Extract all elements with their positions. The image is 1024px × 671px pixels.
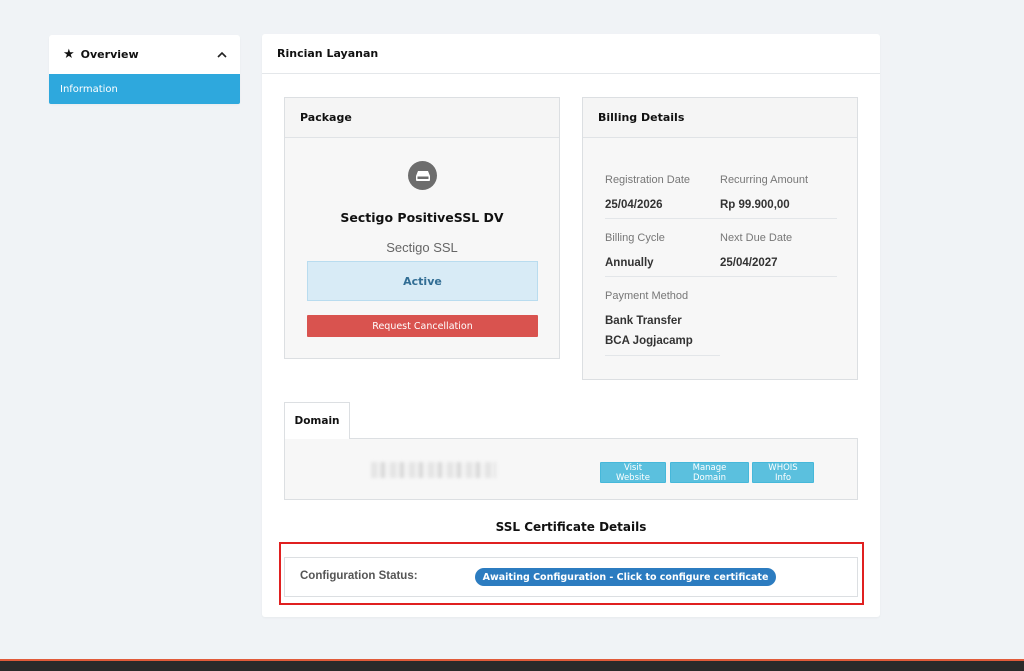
chevron-up-icon[interactable] — [216, 49, 228, 61]
billing-panel: Billing Details Registration Date 25/04/… — [582, 97, 858, 380]
registration-date-label: Registration Date — [605, 174, 690, 186]
star-icon: ★ — [63, 47, 75, 62]
recurring-amount-field: Recurring Amount Rp 99.900,00 — [720, 174, 835, 215]
page-title: Rincian Layanan — [262, 34, 880, 74]
status-badge: Active — [307, 261, 538, 301]
billing-panel-title: Billing Details — [583, 98, 857, 138]
domain-tab-content: Visit Website Manage Domain WHOIS Info — [284, 438, 858, 500]
request-cancellation-button[interactable]: Request Cancellation — [307, 315, 538, 337]
sidebar-header-overview[interactable]: ★ Overview — [49, 35, 240, 74]
server-icon — [408, 161, 437, 190]
next-due-date-field: Next Due Date 25/04/2027 — [720, 232, 835, 273]
manage-domain-button[interactable]: Manage Domain — [670, 462, 749, 483]
tab-domain[interactable]: Domain — [284, 402, 350, 439]
registration-date-field: Registration Date 25/04/2026 — [605, 174, 720, 215]
billing-cycle-field: Billing Cycle Annually — [605, 232, 720, 273]
sidebar-header-label: Overview — [80, 48, 139, 61]
sidebar-item-information[interactable]: Information — [49, 74, 240, 104]
whois-info-button[interactable]: WHOIS Info — [752, 462, 814, 483]
divider — [605, 218, 837, 219]
payment-method-field: Payment Method Bank Transfer BCA Jogjaca… — [605, 290, 705, 351]
configuration-status-label: Configuration Status: — [300, 570, 418, 582]
divider — [605, 355, 720, 356]
sidebar: ★ Overview Information — [49, 35, 240, 104]
configure-certificate-button[interactable]: Awaiting Configuration - Click to config… — [475, 568, 776, 586]
visit-website-button[interactable]: Visit Website — [600, 462, 666, 483]
service-details-card: Rincian Layanan Package Sectigo Positive… — [262, 34, 880, 617]
billing-cycle-value: Annually — [605, 257, 654, 269]
recurring-amount-value: Rp 99.900,00 — [720, 199, 790, 211]
divider — [605, 276, 837, 277]
product-name: Sectigo PositiveSSL DV — [340, 210, 504, 225]
registration-date-value: 25/04/2026 — [605, 199, 663, 211]
ssl-section-title: SSL Certificate Details — [495, 520, 647, 534]
payment-method-value: Bank Transfer BCA Jogjacamp — [605, 315, 693, 347]
recurring-amount-label: Recurring Amount — [720, 174, 809, 186]
package-panel-title: Package — [285, 98, 559, 138]
next-due-date-value: 25/04/2027 — [720, 257, 778, 269]
blurred-domain-name — [371, 462, 496, 478]
product-group: Sectigo SSL — [386, 240, 458, 255]
billing-cycle-label: Billing Cycle — [605, 232, 665, 244]
next-due-date-label: Next Due Date — [720, 232, 793, 244]
footer-bar — [0, 659, 1024, 671]
payment-method-label: Payment Method — [605, 290, 689, 302]
package-panel: Package Sectigo PositiveSSL DV Sectigo S… — [284, 97, 560, 359]
configuration-status-row: Configuration Status: Awaiting Configura… — [284, 557, 858, 597]
sidebar-item-label: Information — [60, 83, 118, 95]
